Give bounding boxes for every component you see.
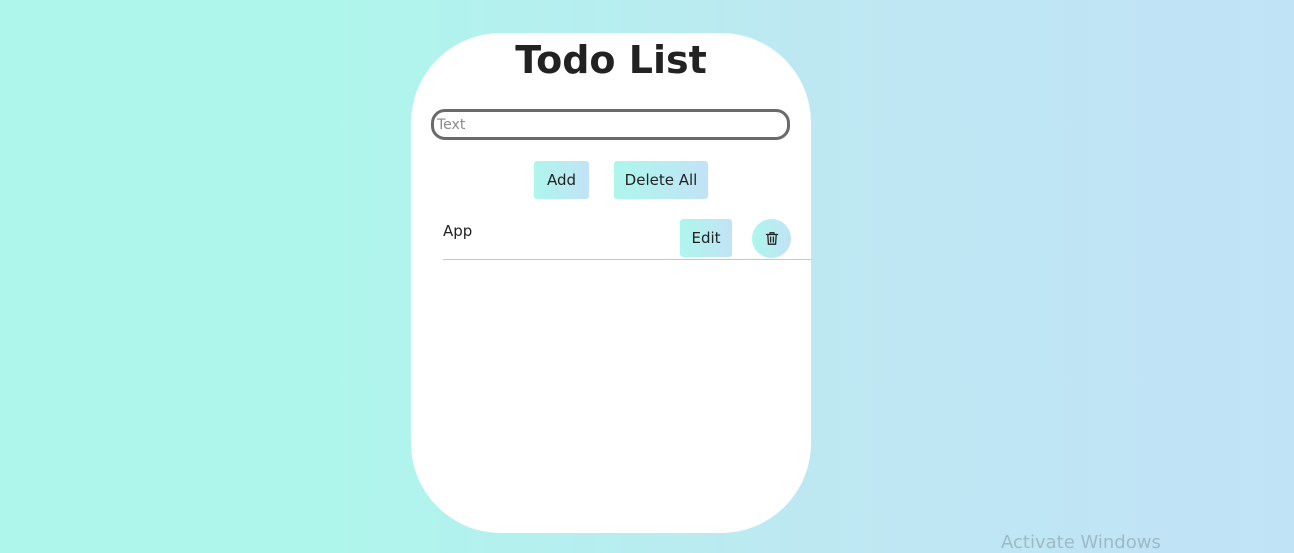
activate-windows-watermark: Activate Windows bbox=[1001, 532, 1161, 553]
page-title: Todo List bbox=[515, 38, 707, 82]
todo-item-text: App bbox=[443, 222, 473, 240]
trash-icon bbox=[765, 231, 779, 246]
edit-button[interactable]: Edit bbox=[680, 219, 732, 257]
todo-list-item: App Edit bbox=[443, 219, 811, 260]
todo-card: Todo List Add Delete All App Edit bbox=[411, 33, 811, 533]
delete-item-button[interactable] bbox=[752, 219, 791, 258]
delete-all-button[interactable]: Delete All bbox=[614, 161, 708, 199]
todo-text-input[interactable] bbox=[431, 109, 790, 140]
add-button[interactable]: Add bbox=[534, 161, 589, 199]
